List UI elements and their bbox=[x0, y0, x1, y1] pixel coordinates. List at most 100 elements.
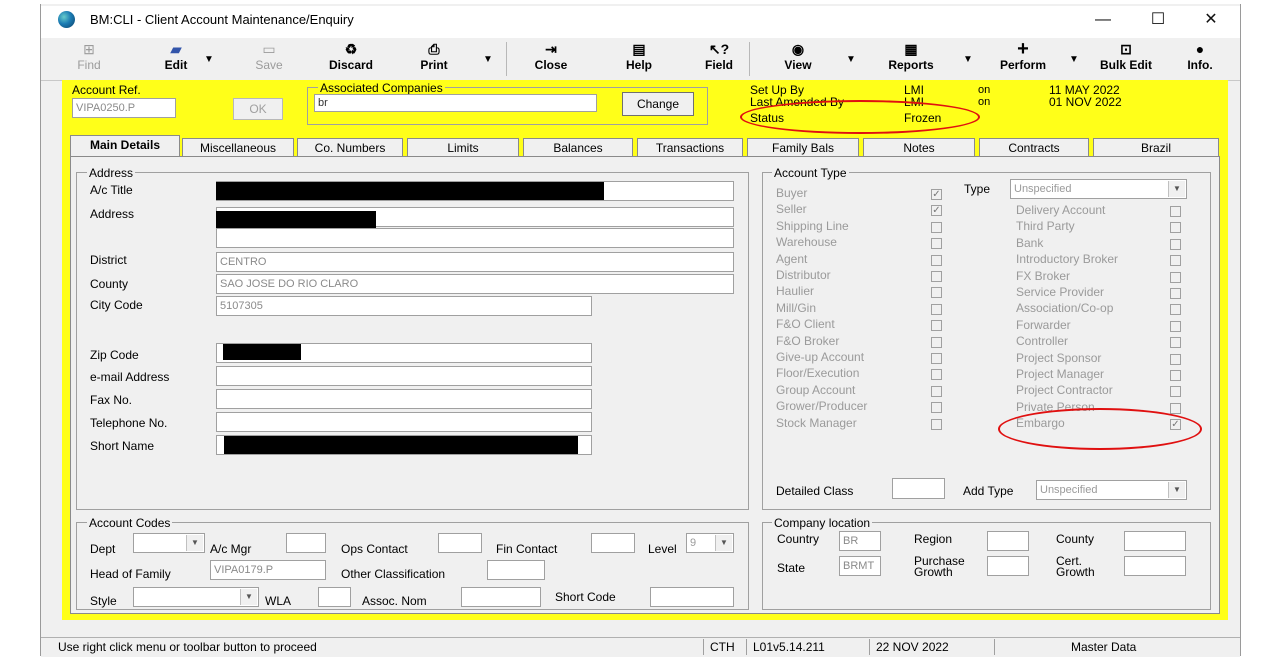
tab-family-bals[interactable]: Family Bals bbox=[747, 138, 859, 156]
account-type-right-checkbox[interactable] bbox=[1170, 271, 1181, 283]
region-input[interactable] bbox=[987, 531, 1029, 551]
account-type-left-checkbox[interactable] bbox=[931, 353, 942, 364]
account-type-right-checkbox[interactable] bbox=[1170, 370, 1181, 381]
chevron-down-icon[interactable]: ▼ bbox=[715, 535, 732, 551]
short-code-input[interactable] bbox=[650, 587, 734, 607]
associated-companies-input[interactable]: br bbox=[314, 94, 597, 112]
county-input[interactable]: SAO JOSE DO RIO CLARO bbox=[216, 274, 734, 294]
chevron-down-icon[interactable]: ▼ bbox=[186, 535, 203, 551]
maximize-button[interactable]: ☐ bbox=[1145, 8, 1171, 32]
tab-transactions[interactable]: Transactions bbox=[637, 138, 743, 156]
style-select[interactable]: ▼ bbox=[133, 587, 259, 607]
account-type-left-checkbox[interactable] bbox=[931, 369, 942, 381]
chevron-down-icon[interactable]: ▼ bbox=[240, 589, 257, 605]
ac-mgr-input[interactable] bbox=[286, 533, 326, 553]
edit-dropdown-icon[interactable]: ▼ bbox=[204, 54, 214, 65]
bulk-edit-icon: ⊡ bbox=[1120, 41, 1132, 57]
reports-button[interactable]: ▦ Reports bbox=[886, 40, 936, 78]
type-select[interactable]: Unspecified ▼ bbox=[1010, 179, 1187, 199]
view-button[interactable]: ◉ View bbox=[781, 40, 815, 78]
account-type-right-checkbox[interactable] bbox=[1170, 222, 1181, 234]
short-code-label: Short Code bbox=[555, 590, 616, 604]
account-type-left-checkbox[interactable] bbox=[931, 271, 942, 282]
account-type-left-checkbox[interactable] bbox=[931, 336, 942, 348]
account-type-left-checkbox[interactable] bbox=[931, 287, 942, 299]
tab-balances[interactable]: Balances bbox=[523, 138, 633, 156]
account-type-left-checkbox[interactable] bbox=[931, 320, 942, 332]
account-type-right-checkbox[interactable] bbox=[1170, 353, 1181, 365]
help-button[interactable]: ▤ Help bbox=[623, 40, 655, 78]
account-type-left-checkbox[interactable] bbox=[931, 303, 942, 315]
change-button[interactable]: Change bbox=[622, 92, 694, 116]
edit-button[interactable]: ▰ Edit bbox=[160, 40, 192, 78]
cert-growth-input[interactable] bbox=[1124, 556, 1186, 576]
perform-dropdown-icon[interactable]: ▼ bbox=[1069, 54, 1079, 65]
account-type-right-checkbox[interactable] bbox=[1170, 337, 1181, 349]
account-type-right-checkbox[interactable] bbox=[1170, 255, 1181, 267]
add-type-select[interactable]: Unspecified ▼ bbox=[1036, 480, 1187, 500]
bulk-edit-button[interactable]: ⊡ Bulk Edit bbox=[1094, 40, 1158, 78]
detailed-class-input[interactable] bbox=[892, 478, 945, 499]
account-type-left-checkbox[interactable] bbox=[931, 385, 942, 397]
embargo-annotation-circle bbox=[998, 408, 1202, 450]
account-type-left-checkbox[interactable] bbox=[931, 418, 942, 430]
telephone-input[interactable] bbox=[216, 412, 592, 432]
account-type-left-checkbox[interactable] bbox=[931, 402, 942, 414]
account-type-right-checkbox[interactable] bbox=[1170, 386, 1181, 398]
address-line-2-input[interactable] bbox=[216, 228, 734, 248]
cert-growth-label: Cert. Growth bbox=[1056, 554, 1095, 579]
fin-contact-label: Fin Contact bbox=[496, 542, 558, 556]
tab-miscellaneous[interactable]: Miscellaneous bbox=[182, 138, 294, 156]
account-ref-input[interactable]: VIPA0250.P bbox=[72, 98, 176, 118]
wla-input[interactable] bbox=[318, 587, 351, 607]
field-help-button[interactable]: ↖? Field bbox=[703, 40, 735, 78]
assoc-nom-input[interactable] bbox=[461, 587, 541, 607]
level-select[interactable]: 9 ▼ bbox=[686, 533, 734, 553]
discard-button[interactable]: ♻ Discard bbox=[327, 40, 375, 78]
account-type-right-checkbox[interactable] bbox=[1170, 402, 1181, 414]
account-type-right-checkbox[interactable] bbox=[1170, 320, 1181, 332]
tab-contracts[interactable]: Contracts bbox=[979, 138, 1089, 156]
head-of-family-input[interactable]: VIPA0179.P bbox=[210, 560, 326, 580]
find-button[interactable]: ⊞ Find bbox=[74, 40, 104, 78]
close-window-button[interactable]: ✕ bbox=[1198, 8, 1224, 32]
account-type-left-checkbox[interactable]: ✓ bbox=[931, 189, 942, 200]
account-type-left-checkbox[interactable] bbox=[931, 254, 942, 266]
save-button[interactable]: ▭ Save bbox=[254, 40, 284, 78]
tab-co-numbers[interactable]: Co. Numbers bbox=[297, 138, 403, 156]
district-input[interactable]: CENTRO bbox=[216, 252, 734, 272]
account-type-right-checkbox[interactable] bbox=[1170, 288, 1181, 299]
location-county-input[interactable] bbox=[1124, 531, 1186, 551]
account-type-left-checkbox[interactable]: ✓ bbox=[931, 205, 942, 217]
ops-contact-input[interactable] bbox=[438, 533, 482, 553]
perform-button[interactable]: + Perform bbox=[992, 39, 1054, 78]
account-type-left-checkbox[interactable] bbox=[931, 238, 942, 250]
account-type-left-checkbox[interactable] bbox=[931, 221, 942, 233]
chevron-down-icon[interactable]: ▼ bbox=[1168, 181, 1185, 197]
tab-brazil[interactable]: Brazil bbox=[1093, 138, 1219, 156]
account-type-right-checkbox[interactable] bbox=[1170, 304, 1181, 316]
other-classification-input[interactable] bbox=[487, 560, 545, 580]
info-button[interactable]: ● Info. bbox=[1180, 40, 1220, 78]
print-button[interactable]: ⎙ Print bbox=[417, 40, 451, 78]
purchase-growth-input[interactable] bbox=[987, 556, 1029, 576]
tab-notes[interactable]: Notes bbox=[863, 138, 975, 156]
fax-input[interactable] bbox=[216, 389, 592, 409]
tab-limits[interactable]: Limits bbox=[407, 138, 519, 156]
chevron-down-icon[interactable]: ▼ bbox=[1168, 482, 1185, 498]
state-input[interactable]: BRMT bbox=[839, 556, 881, 576]
fin-contact-input[interactable] bbox=[591, 533, 635, 553]
account-type-right-checkbox[interactable] bbox=[1170, 206, 1181, 217]
city-code-input[interactable]: 5107305 bbox=[216, 296, 592, 316]
reports-dropdown-icon[interactable]: ▼ bbox=[963, 54, 973, 65]
country-input[interactable]: BR bbox=[839, 531, 881, 551]
tab-main-details[interactable]: Main Details bbox=[70, 135, 180, 157]
close-button[interactable]: ⇥ Close bbox=[532, 40, 570, 78]
minimize-button[interactable]: — bbox=[1090, 8, 1116, 32]
dept-select[interactable]: ▼ bbox=[133, 533, 205, 553]
view-dropdown-icon[interactable]: ▼ bbox=[846, 54, 856, 65]
print-dropdown-icon[interactable]: ▼ bbox=[483, 54, 493, 65]
email-input[interactable] bbox=[216, 366, 592, 386]
account-type-right-checkbox[interactable] bbox=[1170, 238, 1181, 250]
ok-button[interactable]: OK bbox=[233, 98, 283, 120]
